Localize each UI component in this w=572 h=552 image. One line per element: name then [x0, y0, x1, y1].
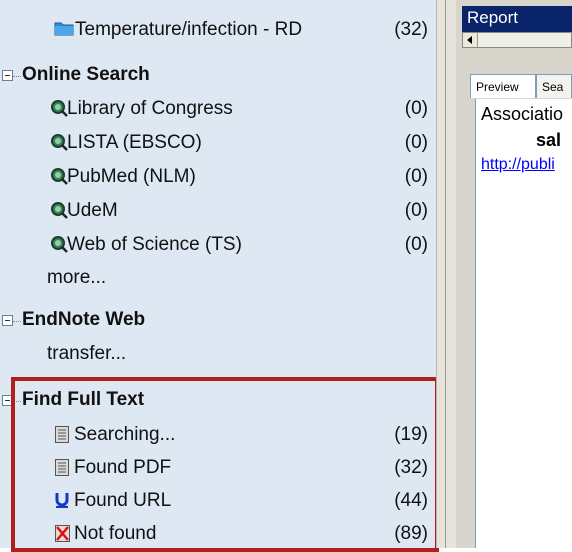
transfer-label: transfer...	[47, 343, 127, 364]
highlight-box	[11, 377, 439, 552]
online-search-count: (0)	[404, 200, 428, 221]
online-search-count: (0)	[404, 98, 428, 119]
group-set-title: EndNote Web	[22, 309, 146, 330]
group-set-online-search[interactable]: Online Search	[0, 59, 436, 93]
online-search-more-link[interactable]: more...	[0, 262, 436, 296]
online-search-label: LISTA (EBSCO)	[67, 132, 202, 153]
online-search-count: (0)	[404, 132, 428, 153]
preview-line: Associatio	[481, 104, 564, 124]
group-set-title: Online Search	[22, 64, 150, 85]
group-set-endnote-web[interactable]: EndNote Web	[0, 304, 436, 338]
group-item-temperature-infection[interactable]: Temperature/infection - RD (32)	[0, 14, 436, 48]
online-search-label: Web of Science (TS)	[67, 234, 242, 255]
online-search-item[interactable]: Library of Congress (0)	[0, 93, 436, 127]
online-search-item[interactable]: PubMed (NLM) (0)	[0, 161, 436, 195]
online-search-label: UdeM	[67, 200, 118, 221]
preview-url-link[interactable]: http://publi	[481, 156, 555, 174]
search-globe-icon	[51, 134, 68, 151]
online-search-count: (0)	[404, 234, 428, 255]
endnote-transfer-link[interactable]: transfer...	[0, 338, 436, 372]
folder-icon	[54, 22, 74, 36]
group-item-count: (32)	[394, 19, 428, 40]
more-label: more...	[47, 267, 107, 288]
report-label: Report	[467, 8, 519, 27]
scroll-left-icon[interactable]	[463, 33, 478, 47]
tab-preview[interactable]: Preview	[470, 74, 536, 98]
collapse-icon[interactable]	[2, 70, 13, 81]
preview-panel: Associatio sal http://publi	[475, 99, 572, 548]
search-globe-icon	[51, 202, 68, 219]
online-search-item[interactable]: LISTA (EBSCO) (0)	[0, 127, 436, 161]
report-bar[interactable]: Report	[462, 6, 572, 32]
splitter-line	[445, 0, 446, 548]
online-search-item[interactable]: Web of Science (TS) (0)	[0, 229, 436, 263]
preview-tabs: Preview Sea	[470, 74, 572, 100]
horizontal-scrollbar[interactable]	[462, 32, 572, 48]
group-item-label: Temperature/infection - RD	[75, 19, 303, 40]
search-globe-icon	[51, 100, 68, 117]
pane-splitter[interactable]	[436, 0, 457, 548]
online-search-label: Library of Congress	[67, 98, 233, 119]
online-search-item[interactable]: UdeM (0)	[0, 195, 436, 229]
search-globe-icon	[51, 236, 68, 253]
tree-line	[13, 76, 21, 77]
tree-line	[13, 321, 21, 322]
collapse-icon[interactable]	[2, 315, 13, 326]
online-search-label: PubMed (NLM)	[67, 166, 196, 187]
search-globe-icon	[51, 168, 68, 185]
tab-search[interactable]: Sea	[536, 74, 572, 98]
preview-line: sal	[536, 130, 562, 150]
online-search-count: (0)	[404, 166, 428, 187]
